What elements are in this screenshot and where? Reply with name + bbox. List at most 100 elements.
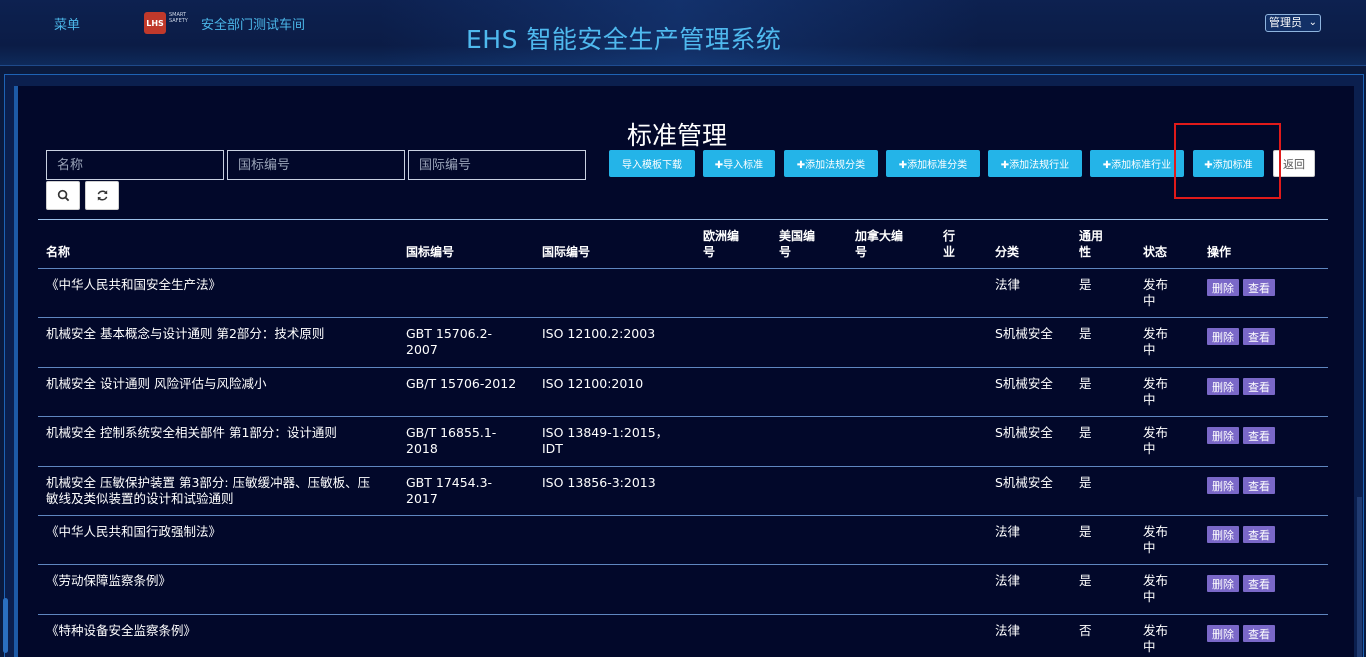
delete-button[interactable]: 删除 [1207, 328, 1239, 345]
refresh-button[interactable] [85, 181, 119, 210]
cell-status: 发布中 [1143, 425, 1169, 456]
cell-iso: ISO 13856-3:2013 [542, 475, 656, 490]
cell-name: 机械安全 控制系统安全相关部件 第1部分：设计通则 [46, 425, 337, 440]
cell-iso: ISO 12100.2:2003 [542, 326, 656, 341]
refresh-icon [97, 190, 107, 201]
row-divider [38, 515, 1328, 516]
dept-label[interactable]: 安全部门测试车间 [201, 14, 305, 33]
iso-code-search-input[interactable] [408, 150, 586, 180]
cell-name: 《中华人民共和国安全生产法》 [46, 277, 222, 292]
view-button[interactable]: 查看 [1243, 625, 1275, 642]
cell-name: 机械安全 基本概念与设计通则 第2部分：技术原则 [46, 326, 325, 341]
cell-general: 是 [1079, 326, 1092, 341]
cell-gb: GB/T 16855.1-2018 [406, 425, 497, 456]
row-divider [38, 614, 1328, 615]
cell-status: 发布中 [1143, 524, 1169, 555]
cell-status: 发布中 [1143, 326, 1169, 357]
cell-category: 法律 [995, 573, 1021, 588]
row-divider [38, 268, 1328, 269]
row-divider [38, 367, 1328, 368]
row-divider [38, 466, 1328, 467]
col-header-eu: 欧洲编号 [703, 229, 740, 259]
left-scrollbar[interactable] [3, 598, 8, 653]
logo-subtext: SMART SAFETY [169, 12, 188, 24]
lhs-logo-icon: LHS [144, 12, 166, 34]
row-divider [38, 416, 1328, 417]
delete-button[interactable]: 删除 [1207, 279, 1239, 296]
view-button[interactable]: 查看 [1243, 575, 1275, 592]
cell-status: 发布中 [1143, 623, 1169, 654]
cell-gb: GBT 15706.2-2007 [406, 326, 493, 357]
col-header-industry: 行业 [943, 229, 956, 259]
delete-button[interactable]: 删除 [1207, 477, 1239, 494]
cell-category: S机械安全 [995, 425, 1053, 440]
delete-button[interactable]: 删除 [1207, 625, 1239, 642]
add-std-category-button[interactable]: ✚添加标准分类 [886, 150, 980, 177]
page-title: 标准管理 [627, 121, 728, 150]
highlight-box [1174, 123, 1281, 199]
cell-general: 是 [1079, 425, 1092, 440]
view-button[interactable]: 查看 [1243, 328, 1275, 345]
cell-category: 法律 [995, 623, 1021, 638]
cell-gb: GBT 17454.3-2017 [406, 475, 493, 506]
row-divider [38, 317, 1328, 318]
view-button[interactable]: 查看 [1243, 378, 1275, 395]
cell-general: 是 [1079, 376, 1092, 391]
cell-gb: GB/T 15706-2012 [406, 376, 517, 391]
add-law-category-button[interactable]: ✚添加法规分类 [784, 150, 878, 177]
table-top-border [38, 219, 1328, 220]
cell-iso: ISO 12100:2010 [542, 376, 644, 391]
cell-name: 《中华人民共和国行政强制法》 [46, 524, 222, 539]
add-law-industry-button[interactable]: ✚添加法规行业 [988, 150, 1082, 177]
delete-button[interactable]: 删除 [1207, 575, 1239, 592]
col-header-us: 美国编号 [779, 229, 816, 259]
cell-category: 法律 [995, 524, 1021, 539]
col-header-iso: 国际编号 [542, 245, 591, 259]
cell-name: 机械安全 设计通则 风险评估与风险减小 [46, 376, 267, 391]
top-header: 菜单 LHS SMART SAFETY 安全部门测试车间 EHS 智能安全生产管… [0, 0, 1366, 66]
chevron-down-icon: ⌄ [1308, 17, 1317, 28]
cell-general: 否 [1079, 623, 1092, 638]
delete-button[interactable]: 删除 [1207, 378, 1239, 395]
cell-category: 法律 [995, 277, 1021, 292]
col-header-name: 名称 [46, 245, 71, 259]
user-label: 管理员 [1269, 16, 1302, 29]
cell-category: S机械安全 [995, 326, 1053, 341]
import-standard-button[interactable]: ✚导入标准 [703, 150, 775, 177]
col-header-category: 分类 [995, 245, 1020, 259]
cell-name: 机械安全 压敏保护装置 第3部分: 压敏缓冲器、压敏板、压敏线及类似装置的设计和… [46, 475, 371, 506]
cell-status: 发布中 [1143, 376, 1169, 407]
right-scrollbar[interactable] [1357, 497, 1362, 657]
cell-category: S机械安全 [995, 475, 1053, 490]
col-header-ops: 操作 [1207, 245, 1232, 259]
view-button[interactable]: 查看 [1243, 427, 1275, 444]
col-header-status: 状态 [1143, 245, 1168, 259]
cell-name: 《劳动保障监察条例》 [46, 573, 172, 588]
user-dropdown[interactable]: 管理员 ⌄ [1265, 14, 1321, 32]
search-icon [57, 189, 69, 202]
search-button[interactable] [46, 181, 80, 210]
gb-code-search-input[interactable] [227, 150, 405, 180]
view-button[interactable]: 查看 [1243, 477, 1275, 494]
cell-general: 是 [1079, 573, 1092, 588]
import-template-button[interactable]: 导入模板下载 [609, 150, 695, 177]
cell-iso: ISO 13849-1:2015，IDT [542, 425, 669, 456]
col-header-general: 通用性 [1079, 229, 1104, 259]
col-header-gb: 国标编号 [406, 245, 455, 259]
cell-status: 发布中 [1143, 277, 1169, 308]
row-divider [38, 564, 1328, 565]
delete-button[interactable]: 删除 [1207, 526, 1239, 543]
col-header-ca: 加拿大编号 [855, 229, 904, 259]
view-button[interactable]: 查看 [1243, 526, 1275, 543]
cell-general: 是 [1079, 524, 1092, 539]
add-std-industry-button[interactable]: ✚添加标准行业 [1090, 150, 1184, 177]
view-button[interactable]: 查看 [1243, 279, 1275, 296]
cell-name: 《特种设备安全监察条例》 [46, 623, 197, 638]
cell-general: 是 [1079, 475, 1092, 490]
cell-general: 是 [1079, 277, 1092, 292]
delete-button[interactable]: 删除 [1207, 427, 1239, 444]
menu-link[interactable]: 菜单 [54, 14, 80, 33]
cell-status: 发布中 [1143, 573, 1169, 604]
cell-category: S机械安全 [995, 376, 1053, 391]
name-search-input[interactable] [46, 150, 224, 180]
